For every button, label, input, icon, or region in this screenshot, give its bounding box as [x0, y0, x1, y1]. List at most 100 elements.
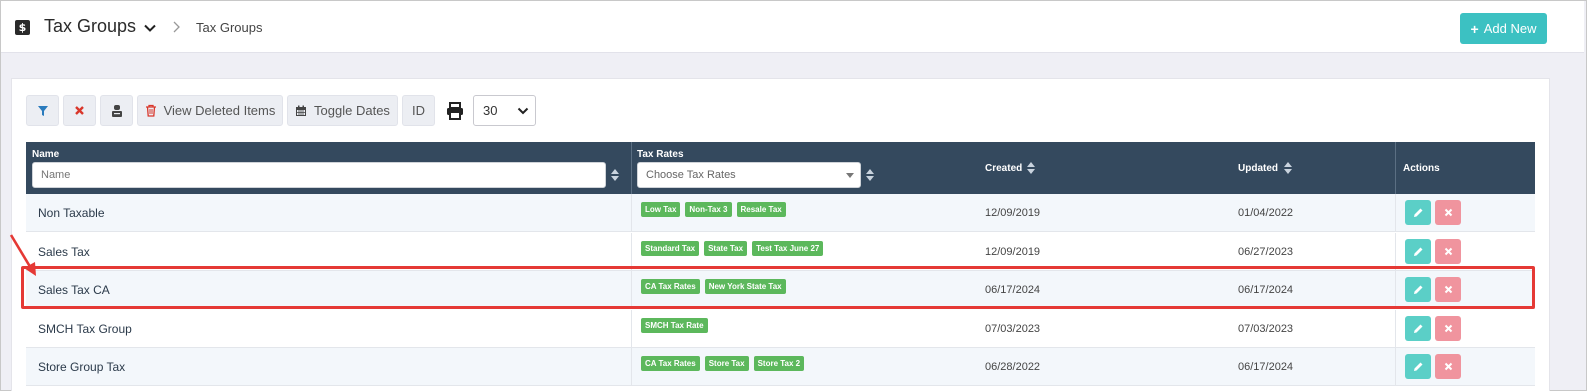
name-filter-field[interactable]: [41, 163, 605, 187]
table-row[interactable]: Sales Tax CA CA Tax Rates New York State …: [26, 271, 1535, 309]
edit-button[interactable]: [1405, 354, 1431, 379]
breadcrumb[interactable]: Tax Groups: [196, 20, 262, 35]
close-icon: [1444, 208, 1452, 217]
tax-group-name[interactable]: Sales Tax: [38, 245, 90, 259]
view-deleted-button[interactable]: View Deleted Items: [137, 95, 283, 126]
tax-group-name[interactable]: Sales Tax CA: [38, 283, 110, 297]
tax-rate-badge: CA Tax Rates: [641, 356, 700, 371]
user-icon: [111, 105, 122, 117]
tax-rate-badge: Test Tax June 27: [752, 241, 824, 256]
clear-filters-button[interactable]: [63, 95, 96, 126]
updated-date: 01/04/2022: [1238, 207, 1294, 219]
tax-group-name[interactable]: Non Taxable: [38, 206, 105, 220]
close-icon: [1444, 285, 1452, 294]
updated-date: 07/03/2023: [1238, 323, 1294, 335]
delete-button[interactable]: [1435, 316, 1461, 341]
delete-button[interactable]: [1435, 277, 1461, 302]
created-date: 07/03/2023: [985, 323, 1041, 335]
updated-date: 06/17/2024: [1238, 361, 1294, 373]
column-header-created[interactable]: Created: [985, 163, 1022, 174]
column-divider: [631, 233, 632, 270]
toggle-dates-label: Toggle Dates: [314, 103, 390, 118]
table-row[interactable]: Non Taxable Low Tax Non-Tax 3 Resale Tax 1…: [26, 194, 1535, 232]
toggle-id-button[interactable]: ID: [402, 95, 435, 126]
table-row[interactable]: Store Group Tax CA Tax Rates Store Tax Sto…: [26, 348, 1535, 386]
tax-rates-placeholder: Choose Tax Rates: [646, 169, 736, 181]
filter-icon: [37, 105, 48, 116]
close-icon: [1444, 362, 1452, 371]
calendar-icon: [296, 105, 307, 116]
pencil-icon: [1413, 324, 1422, 333]
column-divider: [1395, 194, 1396, 231]
page-header: $ Tax Groups Tax Groups + Add New: [1, 1, 1584, 53]
updated-date: 06/17/2024: [1238, 284, 1294, 296]
delete-button[interactable]: [1435, 354, 1461, 379]
column-divider: [631, 194, 632, 231]
tax-rate-badge: Resale Tax: [736, 202, 786, 217]
pencil-icon: [1413, 247, 1422, 256]
dollar-app-icon: $: [15, 20, 30, 35]
tax-rates-list: CA Tax Rates Store Tax Store Tax 2: [641, 356, 805, 371]
edit-button[interactable]: [1405, 316, 1431, 341]
toggle-dates-button[interactable]: Toggle Dates: [287, 95, 398, 126]
column-header-actions: Actions: [1403, 163, 1440, 174]
tax-rate-badge: SMCH Tax Rate: [641, 318, 708, 333]
column-divider: [1395, 348, 1396, 385]
view-deleted-label: View Deleted Items: [163, 103, 276, 118]
chevron-right-icon: [173, 21, 180, 33]
id-label: ID: [412, 103, 425, 118]
edit-button[interactable]: [1405, 239, 1431, 264]
page-size-select[interactable]: 30: [473, 95, 536, 126]
arrow-annotation: [9, 234, 36, 276]
add-new-label: Add New: [1483, 21, 1537, 36]
chevron-down-icon[interactable]: [142, 20, 158, 36]
sort-icon[interactable]: [1027, 162, 1035, 174]
edit-button[interactable]: [1405, 277, 1431, 302]
tax-rate-badge: Store Tax: [704, 356, 749, 371]
tax-rates-list: CA Tax Rates New York State Tax: [641, 279, 786, 294]
created-date: 12/09/2019: [985, 207, 1041, 219]
column-divider: [631, 142, 632, 194]
pencil-icon: [1413, 285, 1422, 294]
tax-rates-list: Standard Tax State Tax Test Tax June 27: [641, 241, 824, 256]
column-divider: [631, 348, 632, 385]
plus-icon: +: [1470, 20, 1479, 37]
tax-rate-badge: State Tax: [704, 241, 748, 256]
page-title[interactable]: Tax Groups: [44, 16, 136, 37]
user-filter-button[interactable]: [100, 95, 133, 126]
tax-rate-badge: Non-Tax 3: [685, 202, 732, 217]
tax-rate-badge: Store Tax 2: [753, 356, 805, 371]
delete-button[interactable]: [1435, 200, 1461, 225]
table-row[interactable]: Sales Tax Standard Tax State Tax Test Tax …: [26, 233, 1535, 271]
created-date: 12/09/2019: [985, 246, 1041, 258]
column-divider: [631, 310, 632, 347]
edit-button[interactable]: [1405, 200, 1431, 225]
updated-date: 06/27/2023: [1238, 246, 1294, 258]
table-row[interactable]: SMCH Tax Group SMCH Tax Rate 07/03/2023 …: [26, 310, 1535, 348]
print-icon[interactable]: [445, 101, 465, 121]
sort-icon[interactable]: [866, 169, 874, 181]
created-date: 06/28/2022: [985, 361, 1041, 373]
tax-group-name[interactable]: Store Group Tax: [38, 360, 125, 374]
page-size-value: 30: [483, 103, 498, 118]
column-divider: [1395, 310, 1396, 347]
pencil-icon: [1413, 362, 1422, 371]
tax-rate-badge: New York State Tax: [704, 279, 786, 294]
sort-icon[interactable]: [611, 169, 619, 181]
tax-rates-filter-select[interactable]: Choose Tax Rates: [637, 162, 861, 188]
sort-icon[interactable]: [1284, 162, 1292, 174]
name-filter-input[interactable]: [32, 162, 606, 188]
trash-icon: [145, 104, 156, 117]
add-new-button[interactable]: + Add New: [1460, 13, 1547, 44]
tax-rates-list: Low Tax Non-Tax 3 Resale Tax: [641, 202, 786, 217]
pencil-icon: [1413, 208, 1422, 217]
filter-button[interactable]: [26, 95, 59, 126]
delete-button[interactable]: [1435, 239, 1461, 264]
column-divider: [631, 271, 632, 308]
column-divider: [1395, 233, 1396, 270]
tax-group-name[interactable]: SMCH Tax Group: [38, 322, 132, 336]
column-divider: [1395, 142, 1396, 194]
column-header-updated[interactable]: Updated: [1238, 163, 1278, 174]
tax-rate-badge: CA Tax Rates: [641, 279, 700, 294]
tax-rate-badge: Low Tax: [641, 202, 681, 217]
